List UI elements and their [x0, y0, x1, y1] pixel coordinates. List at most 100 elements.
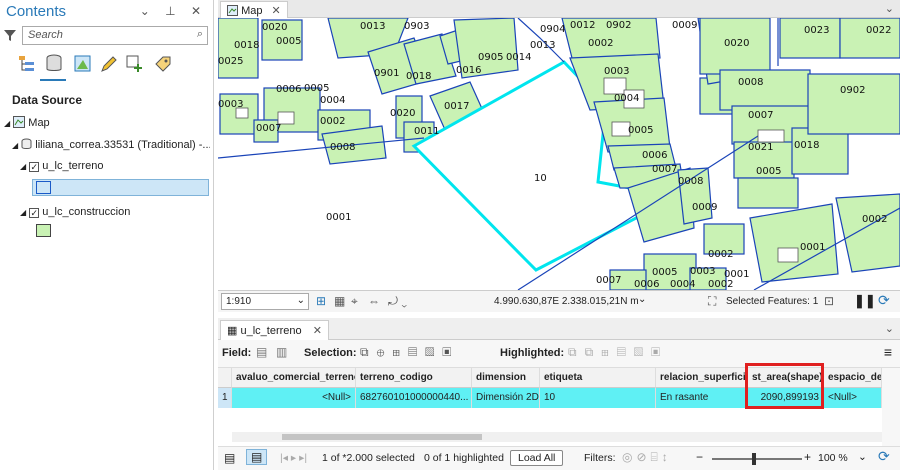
navigator-icon[interactable]: ⇔	[368, 294, 380, 308]
table-cell[interactable]: <Null>	[232, 388, 356, 408]
list-by-drawing-order-icon[interactable]	[17, 54, 35, 72]
column-header[interactable]: terreno_codigo	[356, 368, 472, 388]
search-icon[interactable]: ⌕	[197, 28, 203, 41]
calculate-field-icon[interactable]: ▥	[276, 345, 287, 359]
map-label: 0025	[218, 56, 243, 67]
table-cell[interactable]: 682760101000000440...	[356, 388, 472, 408]
menu-icon[interactable]: ≡	[884, 344, 892, 360]
construccion-symbol-swatch[interactable]	[36, 224, 51, 237]
selected-features-count[interactable]: Selected Features: 1	[726, 296, 818, 307]
column-header[interactable]: espacio_de_n	[824, 368, 882, 388]
pause-drawing-icon[interactable]: ❚❚	[854, 293, 876, 309]
list-by-editing-icon[interactable]	[99, 54, 117, 72]
map-label: 0022	[866, 25, 891, 36]
table-cell[interactable]: 10	[540, 388, 656, 408]
column-header[interactable]: dimension	[472, 368, 540, 388]
vertical-scrollbar[interactable]	[882, 368, 900, 446]
map-label: 0007	[256, 123, 281, 134]
map-label: 0005	[652, 267, 677, 278]
filter-icon[interactable]	[3, 28, 17, 42]
field-label: Field:	[222, 347, 252, 359]
tree-item-map[interactable]: ◢ Map	[4, 116, 50, 129]
redraw-icon[interactable]: ⟳	[878, 292, 890, 309]
chevron-down-icon[interactable]: ⌄	[297, 295, 305, 306]
tree-item-layer-construccion[interactable]: ◢ ✓ u_lc_construccion	[20, 206, 130, 218]
visibility-checkbox[interactable]: ✓	[29, 162, 40, 172]
filter-icons[interactable]: ◎⊘⌸↕	[622, 450, 672, 465]
map-view[interactable]: 0013 0903 0904 0012 0902 0009 0020 0018 …	[218, 18, 900, 290]
collapse-icon[interactable]: ◢	[12, 141, 18, 150]
selection-tools-icons[interactable]: ⧉⊕⊞▤▧▣	[360, 345, 459, 360]
scale-value: 1:910	[226, 296, 252, 307]
table-tab-bar: ▦ u_lc_terreno ✕ ⌄	[218, 318, 900, 340]
column-header[interactable]: relacion_superficie	[656, 368, 748, 388]
highlighted-count: 0 of 1 highlighted	[424, 452, 504, 464]
zoom-in-icon[interactable]: +	[804, 450, 811, 464]
navigation-buttons-icon[interactable]: |◂ ▸ ▸|	[280, 452, 307, 464]
column-header[interactable]: avaluo_comercial_terreno	[232, 368, 356, 388]
list-by-selection-icon[interactable]	[73, 54, 91, 72]
map-label: 0902	[840, 85, 865, 96]
map-label: 0013	[530, 40, 555, 51]
collapse-icon[interactable]: ◢	[4, 119, 10, 128]
map-label: 0013	[360, 21, 385, 32]
map-label: 0001	[800, 242, 825, 253]
map-label: 0903	[404, 21, 429, 32]
list-by-snapping-icon[interactable]	[125, 54, 143, 72]
column-header[interactable]: etiqueta	[540, 368, 656, 388]
add-field-icon[interactable]: ▤	[256, 345, 267, 359]
chevron-down-icon[interactable]: ⌄	[858, 451, 867, 463]
visibility-checkbox[interactable]: ✓	[29, 208, 40, 218]
pane-options-icons[interactable]: ⌄ ⊥ ✕	[140, 4, 207, 18]
table-cell[interactable]: En rasante	[656, 388, 748, 408]
selection-icon[interactable]: ⛶	[708, 294, 716, 309]
horizontal-scrollbar[interactable]	[232, 432, 882, 442]
list-by-source-icon[interactable]	[45, 54, 63, 72]
map-label: 0007	[748, 110, 773, 121]
show-selected-records-icon[interactable]: ▤	[246, 449, 268, 465]
tree-item-database[interactable]: ◢ liliana_correa.33531 (Traditional) -..…	[12, 138, 210, 151]
scale-selector[interactable]: 1:910 ⌄	[221, 293, 309, 310]
table-icon: ▦	[227, 325, 238, 337]
filters-label: Filters:	[584, 452, 616, 464]
load-all-button[interactable]: Load All	[510, 450, 564, 466]
table-cell[interactable]: Dimensión 2D	[472, 388, 540, 408]
fixed-zoom-icon[interactable]: ⊞	[316, 294, 326, 308]
close-icon[interactable]: ✕	[313, 325, 322, 337]
layer-symbol-row[interactable]	[32, 179, 209, 196]
refresh-icon[interactable]: ⟳	[878, 448, 890, 465]
chevron-down-icon[interactable]: ⌄	[885, 322, 894, 335]
tab-map[interactable]: Map ✕	[220, 1, 288, 18]
tree-item-layer-terreno[interactable]: ◢ ✓ u_lc_terreno	[20, 160, 103, 172]
chevron-down-icon[interactable]: ⌄	[638, 294, 646, 305]
map-label: 0902	[606, 20, 631, 31]
zoom-out-icon[interactable]: −	[696, 450, 703, 464]
zoom-slider[interactable]	[712, 453, 802, 465]
tab-attribute-table[interactable]: ▦ u_lc_terreno ✕	[220, 320, 329, 340]
map-label: 0002	[862, 214, 887, 225]
scrollbar-thumb[interactable]	[282, 434, 482, 440]
map-label: 0020	[724, 38, 749, 49]
snapping-icon[interactable]: ⌖	[351, 294, 358, 309]
layer-label: u_lc_construccion	[42, 206, 131, 218]
close-icon[interactable]: ✕	[272, 5, 281, 17]
collapse-icon[interactable]: ◢	[20, 162, 26, 171]
map-label: 0001	[326, 212, 351, 223]
rotation-icon[interactable]: ⤾ ⌄	[388, 294, 407, 309]
show-all-records-icon[interactable]: ▤	[224, 451, 235, 465]
active-view-indicator	[40, 79, 66, 81]
map-label: 0901	[374, 68, 399, 79]
search-input[interactable]: Search ⌕	[22, 26, 208, 45]
refresh-icon[interactable]: ⊡	[824, 294, 834, 308]
highlight-tools-icons[interactable]: ⧉⧉⊞▤▧▣	[568, 345, 668, 360]
table-cell[interactable]: <Null>	[824, 388, 882, 408]
zoom-level[interactable]: 100 %	[818, 452, 848, 464]
map-label: 0905	[478, 52, 503, 63]
grid-icon[interactable]: ▦	[334, 294, 345, 308]
list-by-labeling-icon[interactable]	[153, 54, 171, 72]
zoom-slider-thumb[interactable]	[752, 453, 756, 465]
row-number[interactable]: 1	[218, 388, 232, 408]
collapse-icon[interactable]: ◢	[20, 208, 26, 217]
terreno-symbol-swatch[interactable]	[36, 181, 51, 194]
chevron-down-icon[interactable]: ⌄	[885, 2, 894, 15]
